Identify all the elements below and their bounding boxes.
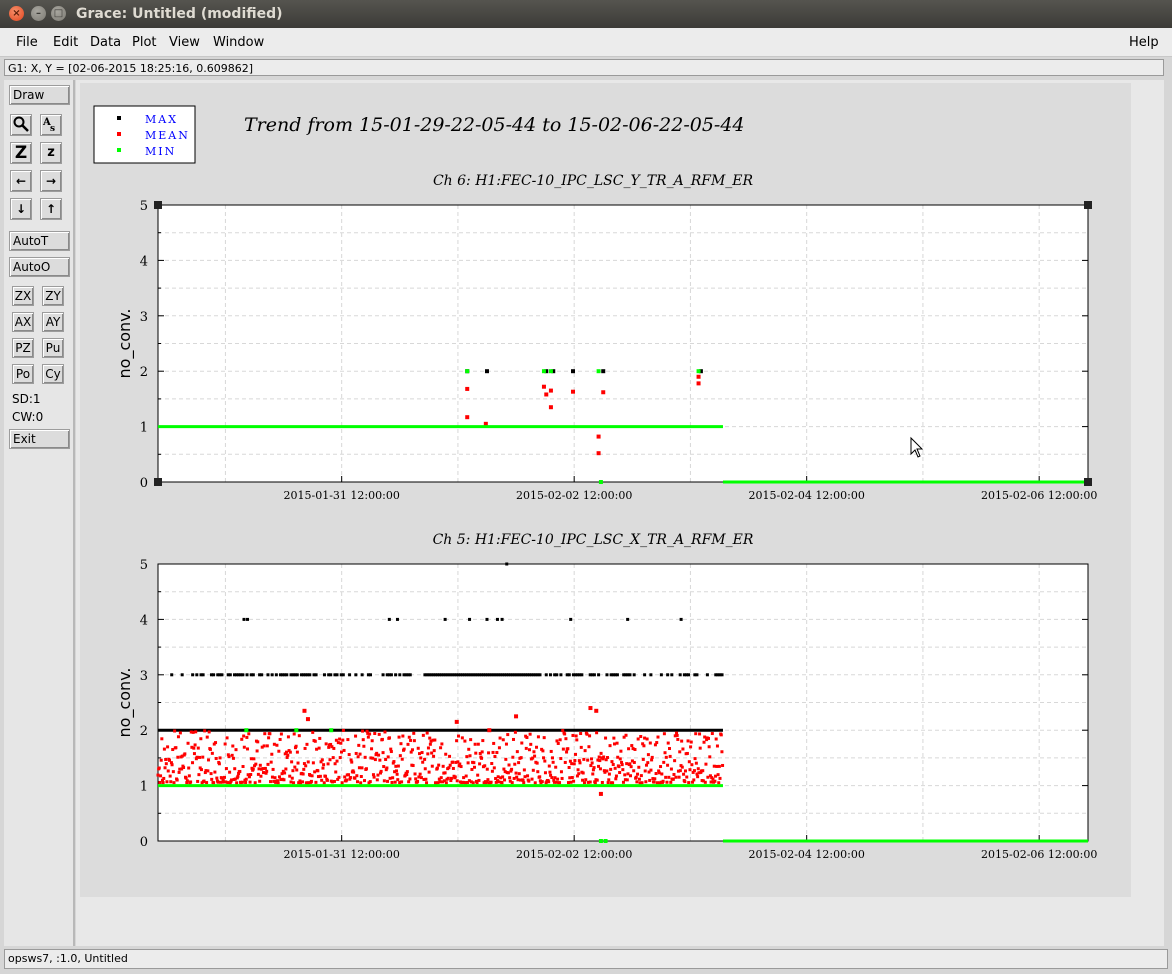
menu-view[interactable]: View [169,35,200,50]
pu-button[interactable]: Pu [42,338,64,358]
ax-button[interactable]: AX [12,312,34,332]
window-titlebar: × – □ Grace: Untitled (modified) [0,0,1172,28]
scroll-down-button[interactable]: ↓ [10,198,32,220]
close-window-button[interactable]: × [9,6,24,21]
status-bar: opsws7, :1.0, Untitled [4,949,1168,969]
scroll-left-button[interactable]: ← [10,170,32,192]
arrow-left-icon: ← [15,174,27,188]
autoscale-on-button[interactable]: AutoO [9,257,70,277]
zoom-tool-button[interactable] [10,114,32,136]
menu-window[interactable]: Window [213,35,264,50]
menu-plot[interactable]: Plot [132,35,157,50]
autoscale-ticks-button[interactable]: AutoT [9,231,70,251]
magnifier-icon [13,116,29,132]
menu-data[interactable]: Data [90,35,121,50]
text-tool-button[interactable]: As [40,114,62,136]
scroll-right-button[interactable]: → [40,170,62,192]
cy-button[interactable]: Cy [42,364,64,384]
zx-button[interactable]: ZX [12,286,34,306]
zoom-out-button[interactable]: z [40,142,62,164]
arrow-up-icon: ↑ [45,202,57,216]
zoom-in-button[interactable]: Z [10,142,32,164]
arrow-down-icon: ↓ [15,202,27,216]
text-annotation-icon: As [42,117,55,134]
set-depth-label: SD:1 [12,392,41,406]
menu-file[interactable]: File [16,35,38,50]
zy-button[interactable]: ZY [42,286,64,306]
svg-text:s: s [50,124,55,133]
ay-button[interactable]: AY [42,312,64,332]
plot-page [80,83,1131,897]
exit-button[interactable]: Exit [9,429,70,449]
menu-help[interactable]: Help [1129,35,1159,50]
minimize-window-button[interactable]: – [31,6,46,21]
po-button[interactable]: Po [12,364,34,384]
draw-button[interactable]: Draw [9,85,70,105]
menu-edit[interactable]: Edit [53,35,78,50]
menubar: File Edit Data Plot View Window Help [0,28,1172,57]
locator-bar: G1: X, Y = [02-06-2015 18:25:16, 0.60986… [4,59,1164,76]
arrow-right-icon: → [45,174,57,188]
window-title: Grace: Untitled (modified) [76,6,283,22]
pz-button[interactable]: PZ [12,338,34,358]
tool-panel: Draw As Z z ← → ↓ ↑ AutoT AutoO ZX ZY AX… [4,80,75,946]
scroll-up-button[interactable]: ↑ [40,198,62,220]
current-world-label: CW:0 [12,410,44,424]
maximize-window-button[interactable]: □ [51,6,66,21]
